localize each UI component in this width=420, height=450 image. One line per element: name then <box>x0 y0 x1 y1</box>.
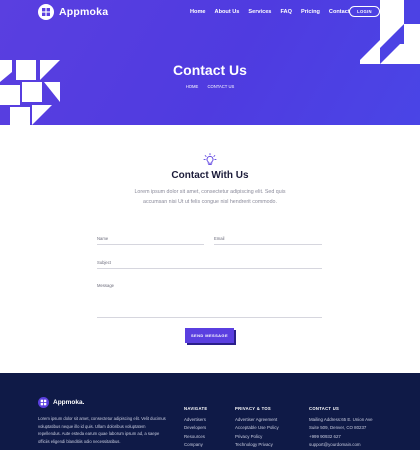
footer-link-acceptable-use[interactable]: Acceptable Use Policy <box>235 424 279 432</box>
contact-section-title: Contact With Us <box>171 170 249 181</box>
send-message-button[interactable]: SEND MESSAGE <box>185 328 234 343</box>
breadcrumb-current: CONTACT US <box>207 84 235 89</box>
name-label: Name <box>97 236 109 241</box>
footer-address-line: Suite 509, Denver, CO 80237 <box>309 425 367 431</box>
nav-pricing[interactable]: Pricing <box>301 9 320 15</box>
subject-label: Subject <box>97 260 111 265</box>
footer-mailing-address: Mailing Address:65 E. Union Ave <box>309 417 373 422</box>
breadcrumb: HOME CONTACT US <box>0 84 420 89</box>
hero-banner: Appmoka Home About Us Services FAQ Prici… <box>0 0 420 125</box>
footer-about-text: Lorem ipsum dolor sit amet, consectetur … <box>38 416 166 444</box>
footer-column-contact: CONTACT US Mailing Address:65 E. Union A… <box>309 406 373 450</box>
footer-logo[interactable]: Appmoka. <box>38 397 84 408</box>
message-field[interactable]: Message <box>97 283 322 318</box>
nav-contact[interactable]: Contact <box>329 9 350 15</box>
footer-link-developers[interactable]: Developers <box>184 424 207 432</box>
brand-logo[interactable]: Appmoka <box>38 4 108 20</box>
site-footer: Appmoka. Lorem ipsum dolor sit amet, con… <box>0 373 420 450</box>
subject-field[interactable]: Subject <box>97 260 322 269</box>
message-label: Message <box>97 283 114 288</box>
footer-column-title: NAVIGATE <box>184 406 208 411</box>
logo-icon <box>38 4 54 20</box>
footer-link-advertisers[interactable]: Advertisers <box>184 416 207 424</box>
footer-logo-icon <box>38 397 49 408</box>
footer-column-title: CONTACT US <box>309 406 340 411</box>
brand-name: Appmoka <box>59 6 109 18</box>
nav-home[interactable]: Home <box>190 9 206 15</box>
contact-description: Lorem ipsum dolor sit amet, consectetur … <box>134 189 286 205</box>
footer-link-resources[interactable]: Resources <box>184 433 207 441</box>
footer-link-company[interactable]: Company <box>184 441 207 449</box>
footer-column-navigate: NAVIGATE Advertisers Developers Resource… <box>184 406 207 450</box>
footer-column-title: PRIVACY & TOS <box>235 406 272 411</box>
login-button[interactable]: LOGIN <box>349 6 380 17</box>
footer-brand-name: Appmoka. <box>53 399 85 406</box>
nav-faq[interactable]: FAQ <box>280 9 292 15</box>
lightbulb-icon <box>203 153 217 165</box>
email-label: Email <box>214 236 225 241</box>
footer-phone[interactable]: +999 90932 627 <box>309 433 373 441</box>
nav-services[interactable]: Services <box>248 9 271 15</box>
name-field[interactable]: Name <box>97 236 204 245</box>
footer-email[interactable]: support@yourdomain.com <box>309 441 373 449</box>
email-field[interactable]: Email <box>214 236 322 245</box>
footer-link-technology-privacy[interactable]: Technology Privacy <box>235 441 279 449</box>
main-nav: Home About Us Services FAQ Pricing Conta… <box>190 9 359 15</box>
footer-column-privacy: PRIVACY & TOS Advertiser Agreement Accep… <box>235 406 279 450</box>
footer-link-privacy-policy[interactable]: Privacy Policy <box>235 433 279 441</box>
nav-about[interactable]: About Us <box>215 9 240 15</box>
footer-link-advertiser-agreement[interactable]: Advertiser Agreement <box>235 416 279 424</box>
breadcrumb-home[interactable]: HOME <box>186 84 199 89</box>
page-title: Contact Us <box>173 62 247 78</box>
